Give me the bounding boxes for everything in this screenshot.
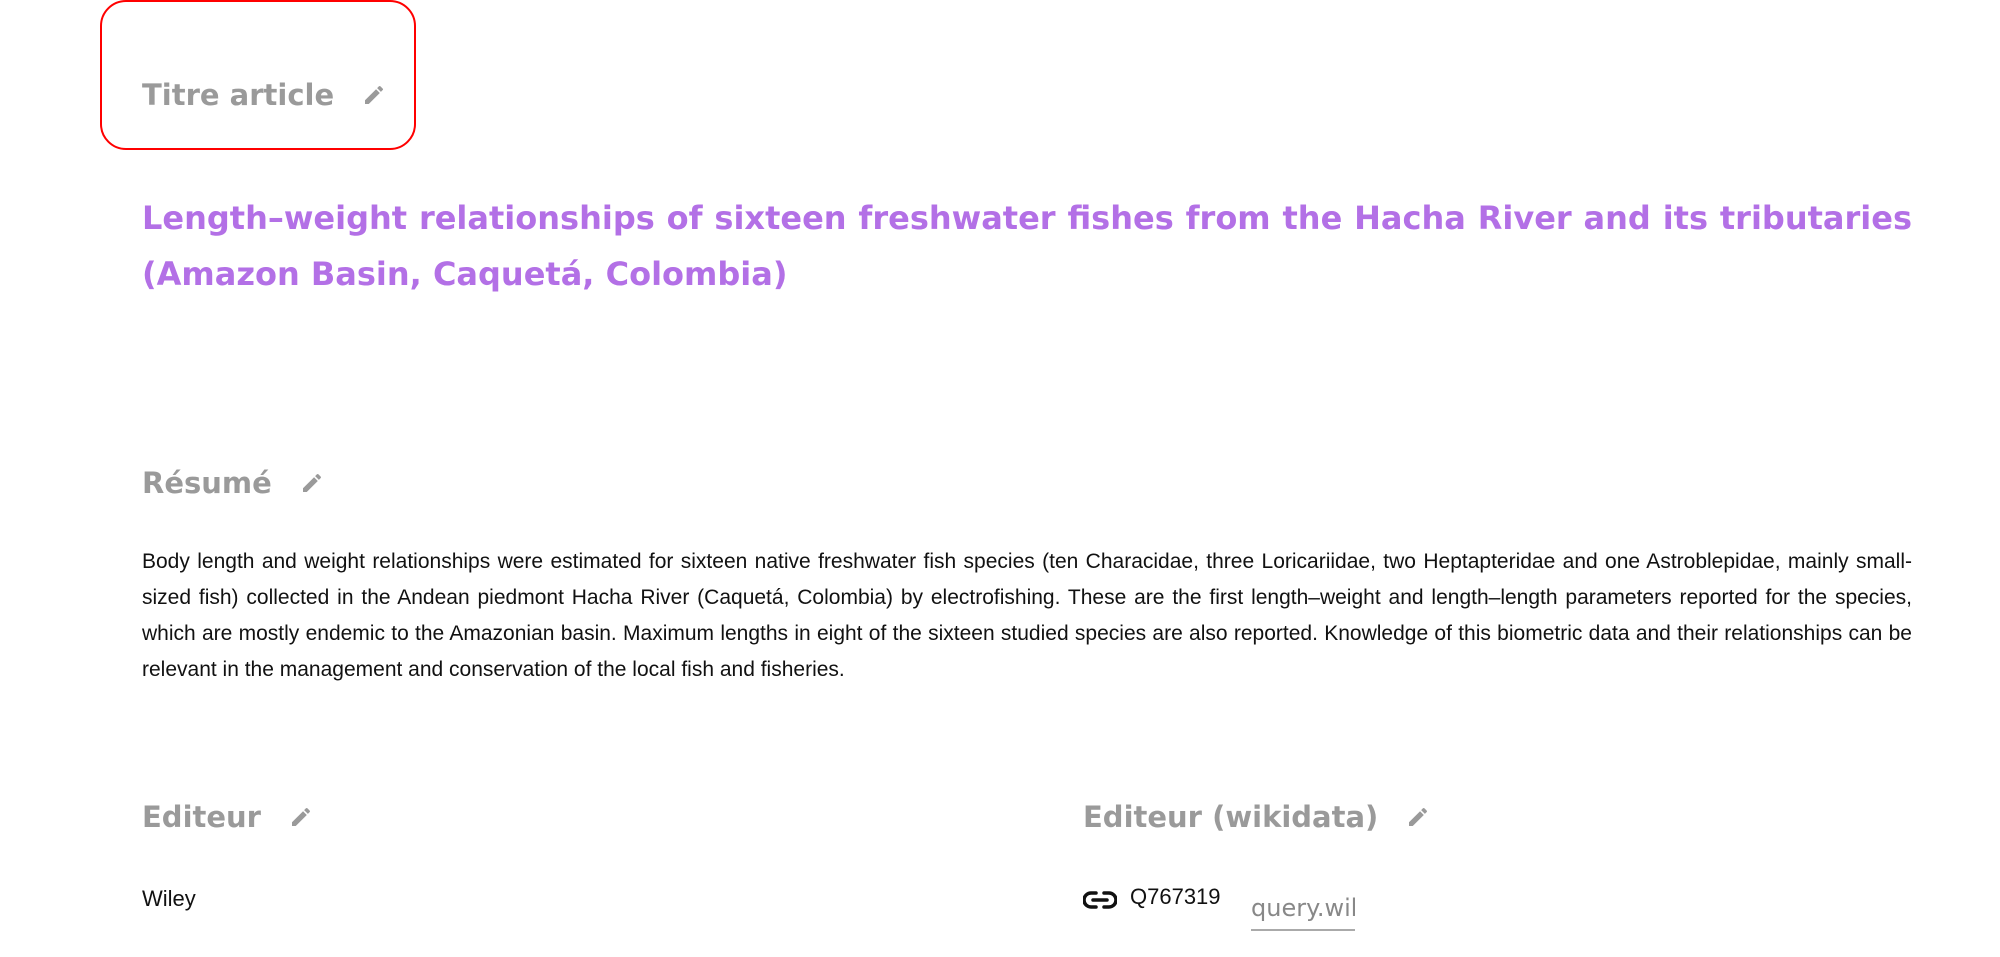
- abstract-label: Résumé: [142, 466, 272, 500]
- title-field-header: Titre article: [142, 78, 386, 112]
- edit-pencil-icon[interactable]: [1406, 805, 1430, 829]
- publisher-wikidata-label: Editeur (wikidata): [1083, 800, 1379, 834]
- publisher-value: Wiley: [142, 886, 196, 911]
- highlight-box: [100, 0, 416, 150]
- wikidata-id-link[interactable]: Q767319: [1130, 884, 1221, 910]
- publisher-wikidata-field-header: Editeur (wikidata): [1083, 800, 1430, 834]
- edit-pencil-icon[interactable]: [300, 471, 324, 495]
- abstract-field-header: Résumé: [142, 466, 324, 500]
- title-label: Titre article: [142, 78, 335, 112]
- edit-pencil-icon[interactable]: [289, 805, 313, 829]
- abstract-text: Body length and weight relationships wer…: [142, 550, 1912, 681]
- edit-pencil-icon[interactable]: [362, 83, 386, 107]
- publisher-label: Editeur: [142, 800, 261, 834]
- wikidata-query-input[interactable]: [1251, 887, 1355, 931]
- article-title: Length–weight relationships of sixteen f…: [142, 199, 1912, 293]
- publisher-field-header: Editeur: [142, 800, 313, 834]
- link-icon[interactable]: [1083, 889, 1117, 911]
